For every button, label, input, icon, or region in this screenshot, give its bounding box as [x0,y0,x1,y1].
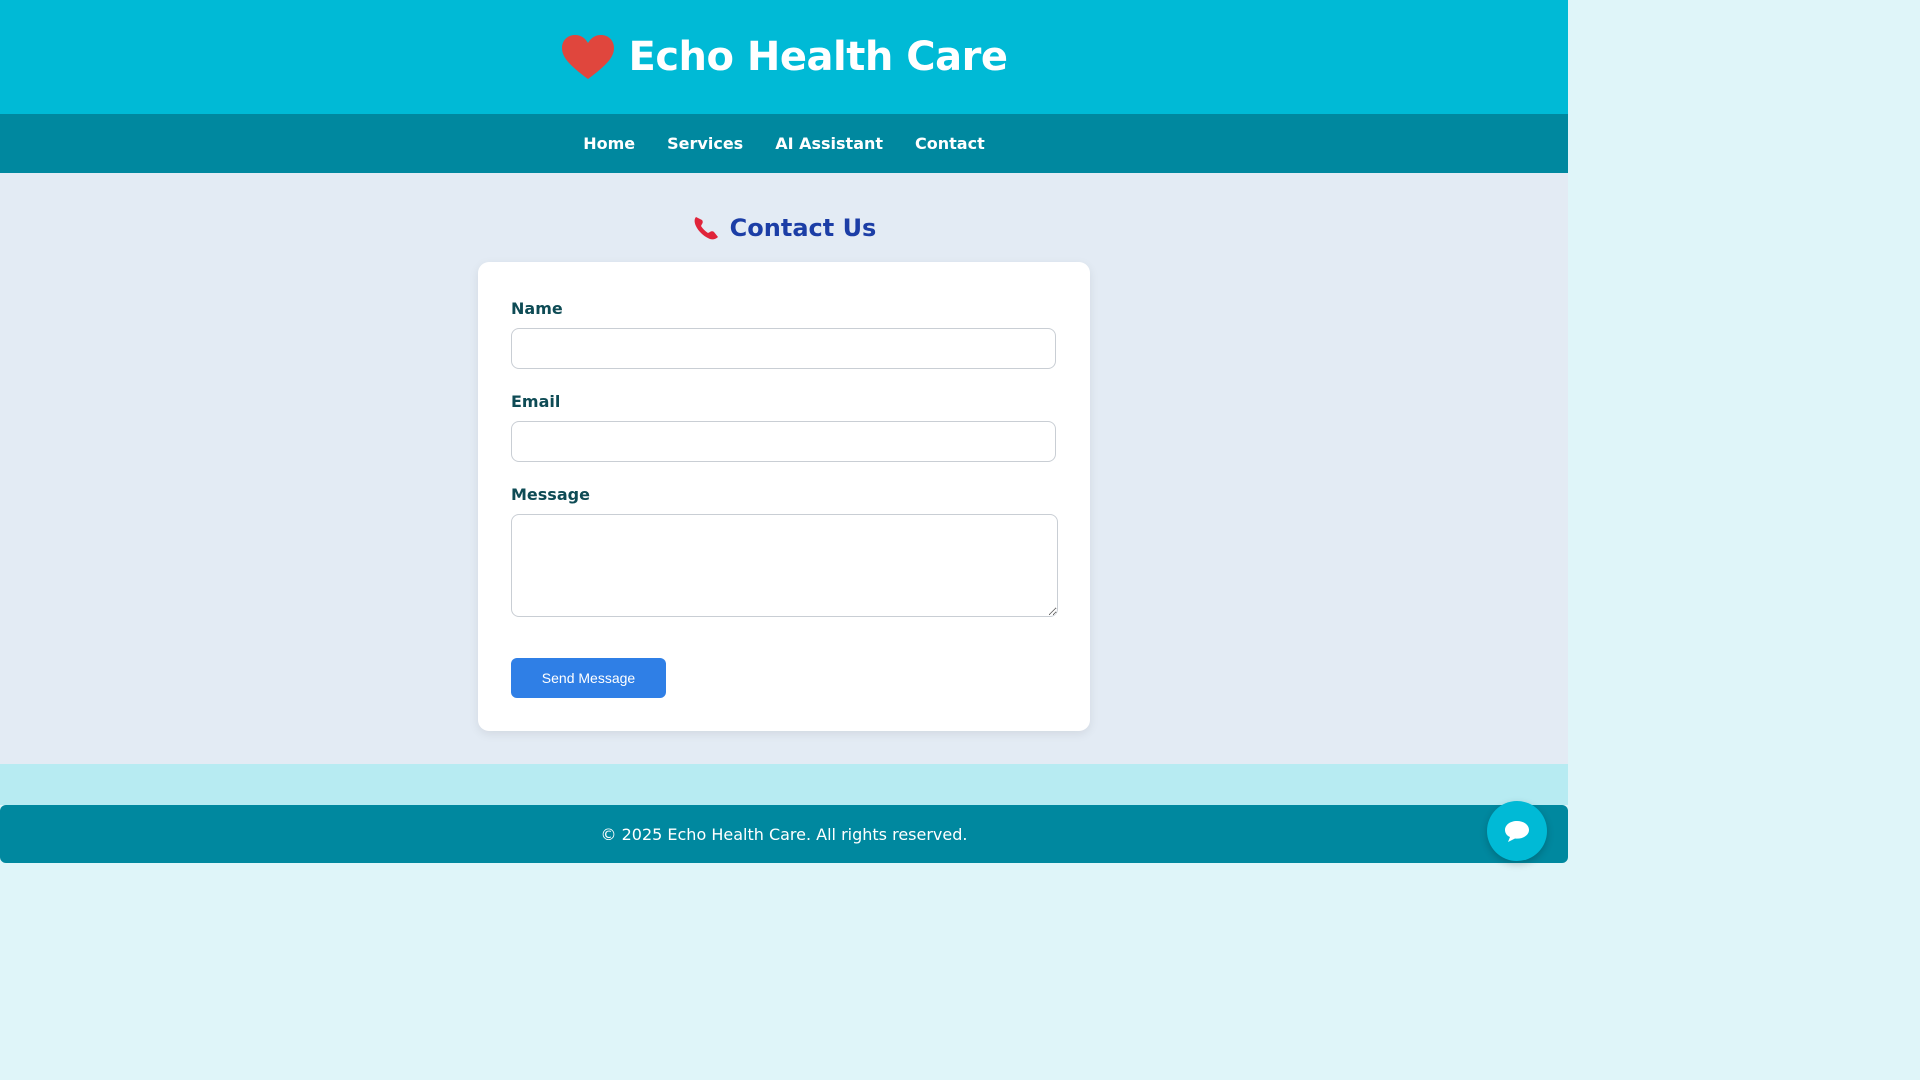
nav-link-home[interactable]: Home [583,134,635,153]
heart-icon [561,35,614,79]
chat-bubble-icon [1505,821,1529,842]
main-nav: Home Services AI Assistant Contact [0,114,1568,173]
name-label: Name [511,299,563,318]
page-title: Contact Us [729,214,877,242]
contact-heading: Contact Us [0,208,1568,248]
site-title: Echo Health Care [628,34,1008,80]
nav-link-contact[interactable]: Contact [915,134,985,153]
nav-link-services[interactable]: Services [667,134,743,153]
chat-button[interactable] [1487,801,1547,861]
site-header: Echo Health Care [0,0,1568,114]
phone-icon [694,217,718,240]
footer-copyright: © 2025 Echo Health Care. All rights rese… [600,824,968,844]
page-band [0,764,1568,805]
email-field[interactable] [511,421,1056,462]
name-field[interactable] [511,328,1056,369]
site-footer: © 2025 Echo Health Care. All rights rese… [0,805,1568,863]
send-message-button[interactable]: Send Message [511,658,666,698]
page-bottom [0,863,1568,882]
message-field[interactable] [511,514,1058,617]
nav-link-ai-assistant[interactable]: AI Assistant [775,134,883,153]
contact-form: Name Email Message Send Message [478,262,1090,731]
message-label: Message [511,485,590,504]
email-label: Email [511,392,561,411]
